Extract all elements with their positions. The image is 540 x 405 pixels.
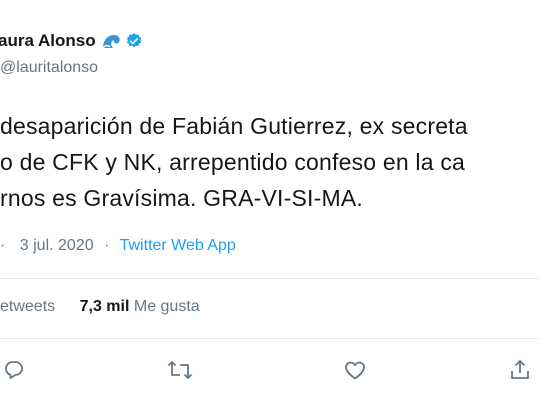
verified-badge-icon: [125, 32, 143, 50]
divider: [0, 338, 540, 339]
tweet-time-separator: ·: [0, 237, 6, 254]
reply-icon[interactable]: [0, 356, 28, 384]
tweet-action-bar: [0, 356, 540, 392]
divider: [0, 278, 540, 279]
tweet-text-line: rnos es Gravísima. GRA-VI-SI-MA.: [0, 185, 363, 211]
retweets-link[interactable]: etweets: [0, 298, 55, 315]
tweet-source-link[interactable]: Twitter Web App: [120, 237, 236, 254]
like-icon[interactable]: [341, 356, 369, 384]
likes-label: Me gusta: [133, 298, 200, 315]
wave-emoji-icon: [101, 33, 122, 49]
author-name-row[interactable]: aura Alonso: [0, 31, 143, 51]
likes-link[interactable]: 7,3 mil Me gusta: [80, 298, 200, 315]
author-handle[interactable]: @lauritalonso: [0, 59, 98, 77]
meta-separator: ·: [104, 237, 110, 254]
retweet-icon[interactable]: [166, 356, 194, 384]
tweet-text-line: desaparición de Fabián Gutierrez, ex sec…: [0, 113, 468, 139]
tweet-text: desaparición de Fabián Gutierrez, ex sec…: [0, 108, 468, 216]
tweet-meta: · 3 jul. 2020 · Twitter Web App: [0, 237, 236, 255]
tweet-text-line: o de CFK y NK, arrepentido confeso en la…: [0, 149, 466, 175]
author-display-name[interactable]: aura Alonso: [0, 31, 96, 51]
tweet-date[interactable]: 3 jul. 2020: [20, 237, 94, 254]
tweet-stats: etweets 7,3 mil Me gusta: [0, 298, 200, 316]
share-icon[interactable]: [506, 356, 534, 384]
likes-count: 7,3 mil: [79, 298, 130, 315]
